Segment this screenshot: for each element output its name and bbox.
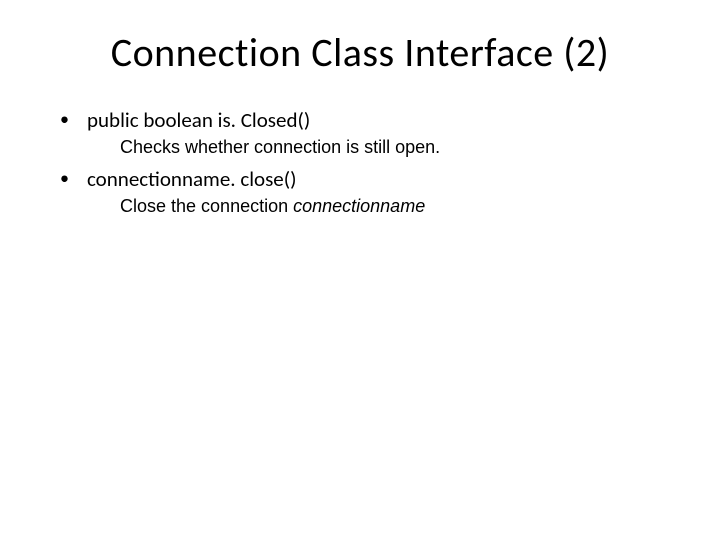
bullet-icon: • xyxy=(60,166,69,191)
list-item: • public boolean is. Closed() xyxy=(60,107,670,134)
slide-content: • public boolean is. Closed() Checks whe… xyxy=(60,107,670,218)
bullet-icon: • xyxy=(60,107,69,132)
method-text: public boolean is. Closed() xyxy=(87,107,310,134)
method-description: Close the connection connectionname xyxy=(120,195,670,218)
method-description: Checks whether connection is still open. xyxy=(120,136,670,159)
description-text: Checks whether connection is still open. xyxy=(120,137,440,157)
description-italic: connectionname xyxy=(293,196,425,216)
slide-title: Connection Class Interface (2) xyxy=(50,28,670,77)
description-text: Close the connection xyxy=(120,196,293,216)
slide: Connection Class Interface (2) • public … xyxy=(0,0,720,540)
method-text: connectionname. close() xyxy=(87,166,297,193)
list-item: • connectionname. close() xyxy=(60,166,670,193)
